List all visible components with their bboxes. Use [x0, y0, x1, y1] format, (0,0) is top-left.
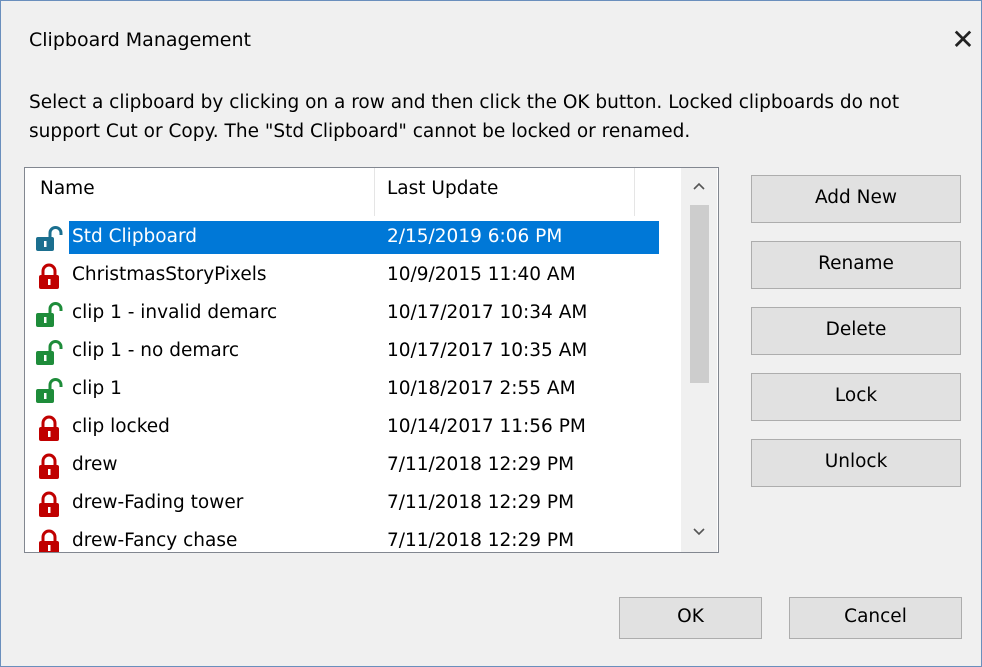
instructions-text: Select a clipboard by clicking on a row … — [29, 92, 900, 142]
unlocked-padlock-icon — [35, 300, 63, 328]
ok-button[interactable]: OK — [619, 597, 762, 639]
table-row[interactable]: drew 7/11/2018 12:29 PM — [25, 446, 680, 484]
column-header-last-update[interactable]: Last Update — [387, 178, 498, 199]
column-header-name[interactable]: Name — [40, 178, 95, 199]
table-row[interactable]: clip locked 10/14/2017 11:56 PM — [25, 408, 680, 446]
row-last-update: 7/11/2018 12:29 PM — [387, 454, 575, 475]
row-last-update: 7/11/2018 12:29 PM — [387, 530, 575, 551]
table-row[interactable]: drew-Fancy chase 7/11/2018 12:29 PM — [25, 522, 680, 552]
table-row[interactable]: drew-Fading tower 7/11/2018 12:29 PM — [25, 484, 680, 522]
row-name: ChristmasStoryPixels — [72, 264, 267, 285]
rename-button[interactable]: Rename — [751, 241, 961, 289]
row-last-update: 10/17/2017 10:35 AM — [387, 340, 588, 361]
dialog-title: Clipboard Management — [29, 29, 251, 51]
close-icon[interactable]: ✕ — [946, 23, 980, 57]
row-last-update: 10/9/2015 11:40 AM — [387, 264, 576, 285]
unlock-button[interactable]: Unlock — [751, 439, 961, 487]
clipboard-management-dialog: Clipboard Management ✕ Select a clipboar… — [0, 0, 982, 667]
locked-padlock-icon — [35, 262, 63, 290]
table-row[interactable]: clip 1 - invalid demarc 10/17/2017 10:34 … — [25, 294, 680, 332]
row-last-update: 10/14/2017 11:56 PM — [387, 416, 586, 437]
row-last-update: 10/18/2017 2:55 AM — [387, 378, 576, 399]
scrollbar-thumb[interactable] — [690, 205, 709, 383]
column-divider[interactable] — [374, 168, 375, 216]
unlocked-padlock-icon — [35, 376, 63, 404]
table-row[interactable]: clip 1 10/18/2017 2:55 AM — [25, 370, 680, 408]
table-row[interactable]: Std Clipboard 2/15/2019 6:06 PM — [25, 218, 680, 256]
row-name: clip 1 - no demarc — [72, 340, 240, 361]
row-last-update: 2/15/2019 6:06 PM — [387, 226, 563, 247]
locked-padlock-icon — [35, 414, 63, 442]
row-last-update: 7/11/2018 12:29 PM — [387, 492, 575, 513]
list-header: Name Last Update — [25, 168, 680, 218]
table-row[interactable]: ChristmasStoryPixels 10/9/2015 11:40 AM — [25, 256, 680, 294]
column-divider[interactable] — [634, 168, 635, 216]
list-rows: Std Clipboard 2/15/2019 6:06 PM ChristmasS… — [25, 218, 680, 552]
locked-padlock-icon — [35, 528, 63, 552]
chevron-down-icon[interactable] — [681, 514, 717, 550]
locked-padlock-icon — [35, 452, 63, 480]
row-last-update: 10/17/2017 10:34 AM — [387, 302, 588, 323]
unlocked-padlock-icon — [35, 224, 63, 252]
chevron-up-icon[interactable] — [681, 168, 717, 204]
row-name: drew-Fancy chase — [72, 530, 238, 551]
unlocked-padlock-icon — [35, 338, 63, 366]
row-name: clip 1 — [72, 378, 122, 399]
delete-button[interactable]: Delete — [751, 307, 961, 355]
lock-button[interactable]: Lock — [751, 373, 961, 421]
add-new-button[interactable]: Add New — [751, 175, 961, 223]
locked-padlock-icon — [35, 490, 63, 518]
cancel-button[interactable]: Cancel — [789, 597, 962, 639]
row-name: clip locked — [72, 416, 170, 437]
row-name: drew-Fading tower — [72, 492, 244, 513]
clipboard-list[interactable]: Name Last Update Std Clipboard 2/15/2019 … — [24, 167, 719, 553]
vertical-scrollbar[interactable] — [681, 168, 717, 552]
table-row[interactable]: clip 1 - no demarc 10/17/2017 10:35 AM — [25, 332, 680, 370]
row-name: drew — [72, 454, 118, 475]
row-name: clip 1 - invalid demarc — [72, 302, 278, 323]
row-name: Std Clipboard — [72, 226, 197, 247]
